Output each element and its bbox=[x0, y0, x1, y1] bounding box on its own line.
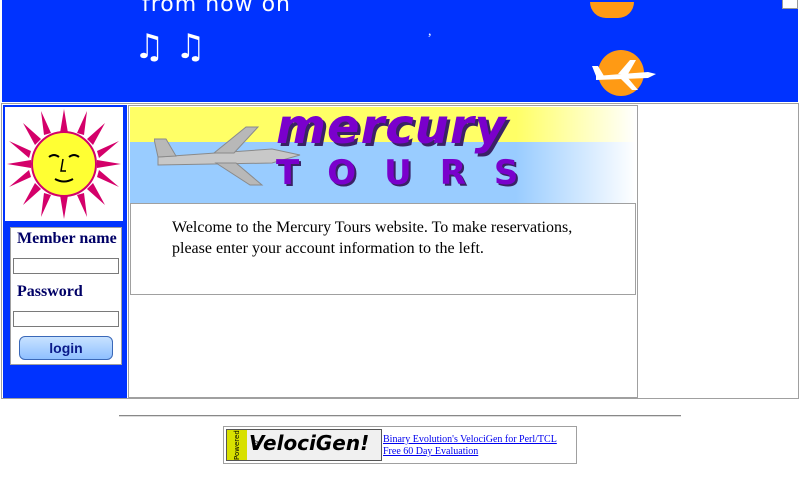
banner-text: from now on bbox=[142, 0, 291, 17]
password-input[interactable] bbox=[13, 311, 119, 327]
ad-banner[interactable]: from now on ♫ ♫ , bbox=[2, 0, 798, 102]
divider bbox=[119, 415, 681, 417]
music-notes-icon: ♫ ♫ bbox=[134, 27, 206, 67]
content-area: mercury TOURS Welcome to the Mercury Tou… bbox=[128, 105, 638, 398]
sun-logo-icon bbox=[5, 107, 123, 221]
main-table: Member name Password login mercury TOURS… bbox=[1, 103, 799, 399]
banner-mark: , bbox=[428, 24, 432, 39]
velocigen-logo[interactable]: Powered By VelociGen! bbox=[226, 429, 382, 461]
member-name-input[interactable] bbox=[13, 258, 119, 274]
velocigen-link[interactable]: Binary Evolution's VelociGen for Perl/TC… bbox=[383, 434, 557, 446]
airplane-icon bbox=[592, 60, 656, 90]
sun-icon bbox=[590, 2, 634, 18]
welcome-panel: Welcome to the Mercury Tours website. To… bbox=[130, 203, 636, 295]
sidebar: Member name Password login bbox=[3, 105, 127, 398]
evaluation-link[interactable]: Free 60 Day Evaluation bbox=[383, 446, 557, 458]
powered-by-label: Powered By bbox=[227, 430, 261, 460]
password-label: Password bbox=[17, 283, 83, 300]
close-icon[interactable] bbox=[782, 0, 798, 9]
login-form: Member name Password login bbox=[10, 227, 122, 365]
velocigen-links: Binary Evolution's VelociGen for Perl/TC… bbox=[383, 434, 557, 458]
member-name-label: Member name bbox=[17, 230, 117, 247]
velocigen-footer: Powered By VelociGen! Binary Evolution's… bbox=[223, 426, 577, 464]
welcome-message: Welcome to the Mercury Tours website. To… bbox=[172, 219, 573, 257]
mercury-tours-header: mercury TOURS bbox=[130, 107, 636, 203]
velocigen-brand: VelociGen! bbox=[249, 431, 370, 455]
brand-mercury: mercury bbox=[276, 107, 507, 155]
login-button[interactable]: login bbox=[19, 336, 113, 360]
brand-tours: TOURS bbox=[276, 153, 547, 193]
